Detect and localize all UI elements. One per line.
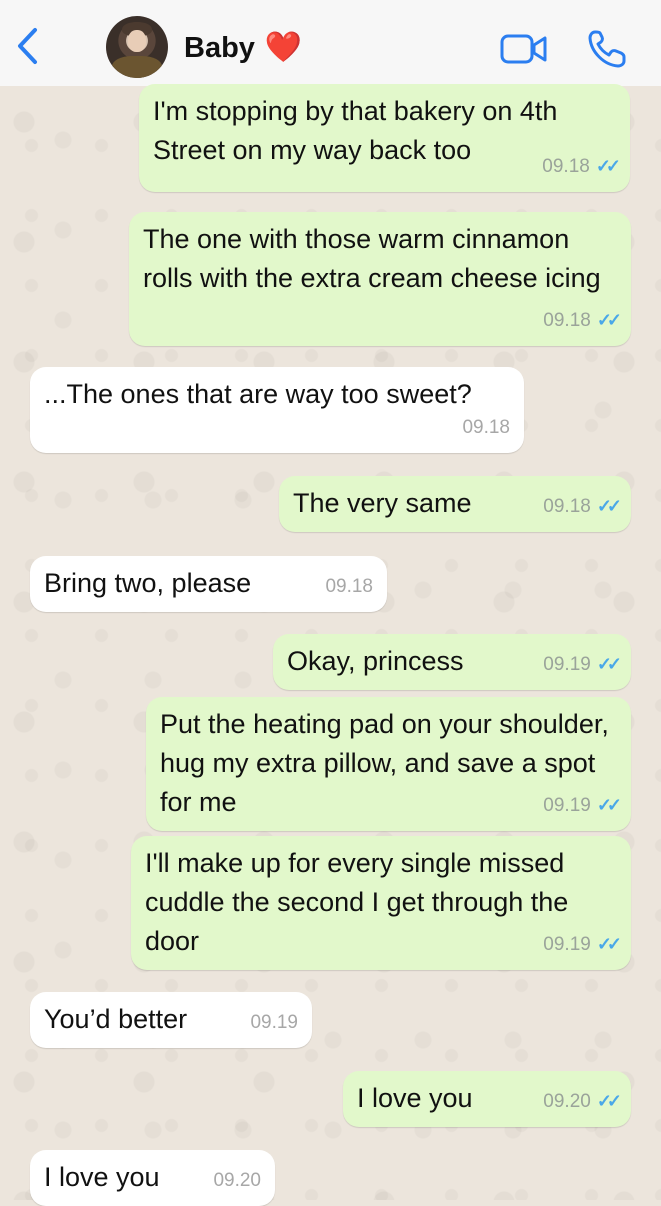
read-receipt-icon: ✓✓ [596, 795, 622, 815]
contact-name-text: Baby [184, 32, 255, 64]
message-meta: 09.18 [462, 408, 510, 447]
message-time: 09.18 [543, 496, 591, 517]
message-bubble-outgoing[interactable]: I love you 09.20 ✓✓ [343, 1071, 631, 1127]
read-receipt-icon: ✓✓ [596, 934, 622, 954]
chat-header: Baby ❤️ [0, 0, 661, 87]
message-time: 09.20 [213, 1170, 261, 1191]
message-time: 09.19 [543, 654, 591, 675]
message-meta: 09.18 [325, 567, 373, 606]
message-bubble-outgoing[interactable]: The one with those warm cinnamon rolls w… [129, 212, 631, 346]
message-bubble-incoming[interactable]: You’d better 09.19 [30, 992, 312, 1048]
heart-emoji: ❤️ [264, 31, 303, 64]
message-text: ...The ones that are way too sweet? [44, 379, 472, 409]
message-bubble-outgoing[interactable]: I'm stopping by that bakery on 4th Stree… [139, 84, 630, 192]
message-time: 09.19 [543, 795, 591, 816]
contact-name[interactable]: Baby ❤️ [184, 30, 302, 66]
message-time: 09.18 [543, 310, 591, 331]
message-bubble-outgoing[interactable]: The very same 09.18 ✓✓ [279, 476, 631, 532]
message-meta: 09.19 [250, 1003, 298, 1042]
message-time: 09.19 [543, 934, 591, 955]
message-time: 09.18 [462, 417, 510, 438]
message-time: 09.19 [250, 1012, 298, 1033]
message-bubble-outgoing[interactable]: I'll make up for every single missed cud… [131, 836, 631, 970]
read-receipt-icon: ✓✓ [595, 156, 621, 176]
read-receipt-icon: ✓✓ [596, 496, 622, 516]
message-bubble-outgoing[interactable]: Put the heating pad on your shoulder, hu… [146, 697, 631, 831]
back-button[interactable] [10, 26, 44, 66]
message-text: The one with those warm cinnamon rolls w… [143, 224, 601, 293]
read-receipt-icon: ✓✓ [596, 654, 622, 674]
message-meta: 09.20 [213, 1161, 261, 1200]
message-time: 09.20 [543, 1091, 591, 1112]
video-call-icon [500, 34, 547, 64]
message-meta: 09.20 ✓✓ [543, 1082, 622, 1121]
message-meta: 09.18 ✓✓ [543, 301, 622, 340]
message-bubble-incoming[interactable]: I love you 09.20 [30, 1150, 275, 1206]
read-receipt-icon: ✓✓ [596, 1091, 622, 1111]
message-time: 09.18 [325, 576, 373, 597]
phone-icon [588, 30, 626, 68]
message-meta: 09.19 ✓✓ [543, 925, 622, 964]
message-meta: 09.19 ✓✓ [543, 786, 622, 825]
chevron-left-icon [18, 28, 37, 64]
message-meta: 09.18 ✓✓ [543, 487, 622, 526]
message-time: 09.18 [542, 156, 590, 177]
video-call-button[interactable] [500, 32, 548, 66]
message-meta: 09.18 ✓✓ [542, 147, 621, 186]
message-list[interactable]: I'm stopping by that bakery on 4th Stree… [0, 84, 661, 1206]
message-bubble-outgoing[interactable]: Okay, princess 09.19 ✓✓ [273, 634, 631, 690]
voice-call-button[interactable] [586, 28, 628, 70]
avatar[interactable] [106, 16, 168, 78]
message-bubble-incoming[interactable]: ...The ones that are way too sweet? 09.1… [30, 367, 524, 453]
message-text: Bring two, please [44, 568, 252, 598]
message-meta: 09.19 ✓✓ [543, 645, 622, 684]
message-bubble-incoming[interactable]: Bring two, please 09.18 [30, 556, 387, 612]
read-receipt-icon: ✓✓ [596, 310, 622, 330]
